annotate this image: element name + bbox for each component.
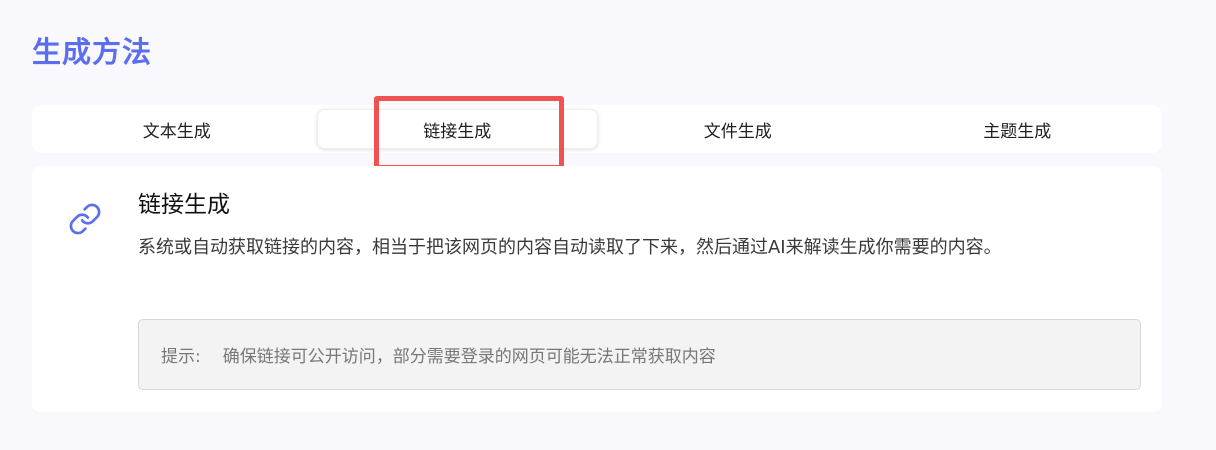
card-title: 链接生成 [138,192,230,218]
method-description-card: 链接生成 系统或自动获取链接的内容，相当于把该网页的内容自动读取了下来，然后通过… [32,166,1162,412]
link-icon [69,203,101,235]
generation-method-tabs: 文本生成 链接生成 文件生成 主题生成 [32,105,1162,153]
tab-topic-generation[interactable]: 主题生成 [878,109,1158,149]
tip-text: 确保链接可公开访问，部分需要登录的网页可能无法正常获取内容 [222,347,716,367]
section-title: 生成方法 [32,35,153,69]
tab-file-generation[interactable]: 文件生成 [598,109,878,149]
tab-link-generation[interactable]: 链接生成 [316,109,598,149]
tip-label: 提示: [161,347,201,367]
card-description: 系统或自动获取链接的内容，相当于把该网页的内容自动读取了下来，然后通过AI来解读… [138,237,1002,258]
tab-text-generation[interactable]: 文本生成 [37,109,317,149]
tip-box: 提示: 确保链接可公开访问，部分需要登录的网页可能无法正常获取内容 [138,319,1141,390]
